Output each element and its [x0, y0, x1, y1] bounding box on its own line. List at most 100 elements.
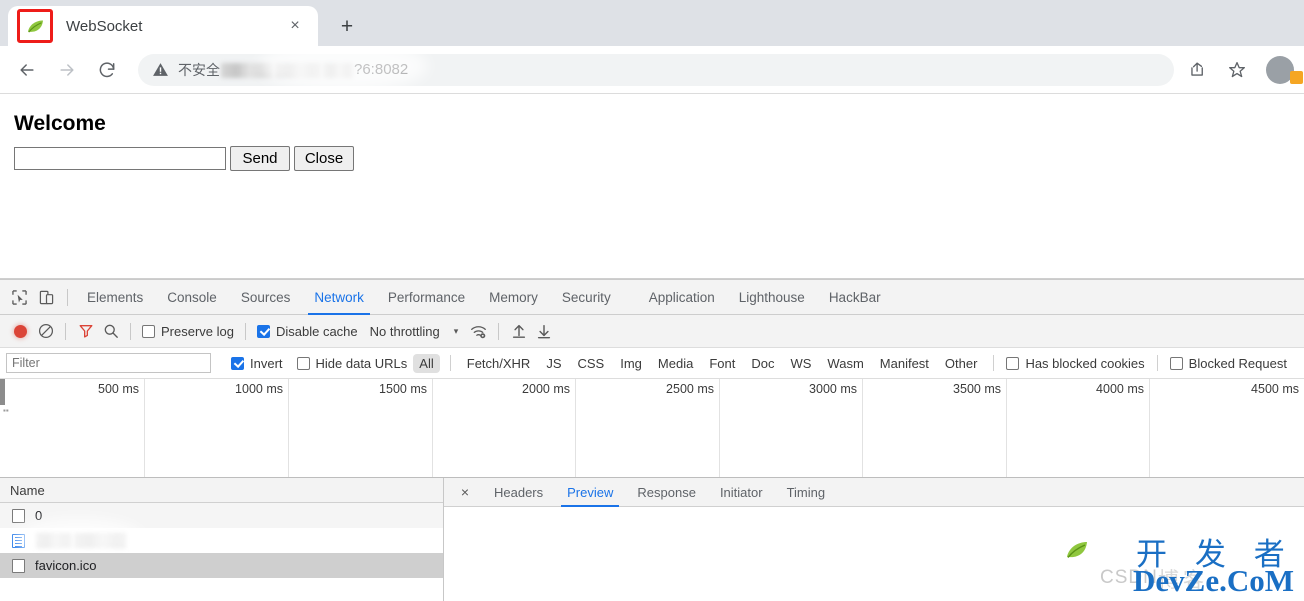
filter-type-doc[interactable]: Doc [745, 354, 780, 373]
timeline-column: 4000 ms [1007, 379, 1150, 477]
timeline-tick-label: 2000 ms [522, 382, 570, 396]
close-button[interactable]: Close [294, 146, 354, 171]
browser-tab[interactable]: WebSocket × [8, 6, 318, 46]
filter-type-other[interactable]: Other [939, 354, 984, 373]
tab-hackbar[interactable]: HackBar [817, 280, 893, 315]
filter-type-fetch-xhr[interactable]: Fetch/XHR [461, 354, 537, 373]
tab-headers[interactable]: Headers [482, 478, 555, 507]
tab-security[interactable]: Security [550, 280, 623, 315]
reload-button[interactable] [90, 53, 124, 87]
network-conditions-button[interactable] [466, 319, 491, 344]
tab-initiator[interactable]: Initiator [708, 478, 775, 507]
back-button[interactable] [10, 53, 44, 87]
tab-performance[interactable]: Performance [376, 280, 477, 315]
filter-type-wasm[interactable]: Wasm [821, 354, 869, 373]
close-icon[interactable]: × [454, 481, 476, 503]
send-button[interactable]: Send [230, 146, 290, 171]
bookmark-button[interactable] [1220, 53, 1254, 87]
filter-type-img[interactable]: Img [614, 354, 648, 373]
tab-lighthouse[interactable]: Lighthouse [727, 280, 817, 315]
redacted-url-part [221, 62, 273, 78]
new-tab-button[interactable]: + [332, 11, 362, 41]
export-har-icon [537, 324, 550, 339]
device-toolbar-button[interactable] [33, 284, 60, 311]
filter-type-css[interactable]: CSS [572, 354, 611, 373]
filter-divider [1156, 355, 1158, 371]
back-arrow-icon [20, 63, 34, 76]
tab-elements[interactable]: Elements [75, 280, 155, 315]
timeline-tick-label: 1500 ms [379, 382, 427, 396]
filter-type-js[interactable]: JS [540, 354, 567, 373]
page-title: Welcome [14, 112, 106, 135]
hide-data-urls-label: Hide data URLs [315, 355, 408, 371]
tab-memory[interactable]: Memory [477, 280, 550, 315]
checkbox-box [231, 356, 244, 370]
chevron-down-icon[interactable]: ▾ [454, 326, 459, 337]
filter-input[interactable] [6, 353, 211, 373]
tab-timing[interactable]: Timing [775, 478, 838, 507]
clear-icon [38, 323, 53, 339]
timeline-tick-label: 2500 ms [666, 382, 714, 396]
export-har-button[interactable] [531, 319, 556, 344]
record-button[interactable] [8, 319, 33, 344]
filter-type-font[interactable]: Font [703, 354, 741, 373]
filter-type-manifest[interactable]: Manifest [874, 354, 935, 373]
redacted-request-name [36, 533, 72, 548]
filter-divider [449, 355, 451, 371]
table-row[interactable]: favicon.ico [0, 553, 443, 578]
disable-cache-checkbox[interactable]: Disable cache [256, 324, 358, 339]
forward-arrow-icon [60, 63, 74, 76]
redacted-request-name [74, 533, 126, 548]
toolbar-divider [130, 322, 131, 340]
browser-window: WebSocket × + 不安全 ?6:8082 Welcome Send C… [0, 0, 1304, 601]
preserve-log-checkbox[interactable]: Preserve log [142, 324, 234, 339]
tab-title: WebSocket [66, 17, 143, 35]
message-input[interactable] [14, 147, 226, 170]
checkbox-box [1006, 356, 1020, 370]
avatar[interactable] [1266, 55, 1303, 84]
detail-body [444, 507, 1304, 601]
table-row[interactable]: 0 [0, 503, 443, 528]
filter-type-all[interactable]: All [413, 353, 440, 373]
preserve-log-label: Preserve log [161, 323, 234, 339]
toolbar-actions [1180, 53, 1303, 87]
request-detail-pane: × Headers Preview Response Initiator Tim… [444, 478, 1304, 601]
throttling-select[interactable]: No throttling [370, 324, 440, 339]
invert-checkbox[interactable]: Invert [231, 356, 283, 371]
request-list-pane: Name 0 favicon.ico [0, 478, 444, 601]
import-har-button[interactable] [506, 319, 531, 344]
star-icon [1229, 61, 1245, 77]
table-row[interactable] [0, 518, 443, 560]
inspect-element-button[interactable] [6, 284, 33, 311]
search-button[interactable] [98, 319, 123, 344]
has-blocked-cookies-checkbox[interactable]: Has blocked cookies [1006, 356, 1145, 371]
devtools-tabbar: Elements Console Sources Network Perform… [0, 280, 1304, 315]
security-status-text: 不安全 [178, 61, 220, 78]
filter-button[interactable] [73, 319, 98, 344]
tab-response[interactable]: Response [625, 478, 708, 507]
file-icon [12, 558, 25, 573]
column-header-name[interactable]: Name [0, 478, 443, 503]
tab-application[interactable]: Application [637, 280, 727, 315]
network-timeline-overview[interactable]: ▪▪ 500 ms 1000 ms 1500 ms 2000 ms 2500 m… [0, 379, 1304, 478]
tab-network[interactable]: Network [302, 280, 376, 315]
page-content: Welcome Send Close [0, 94, 1304, 279]
hide-data-urls-checkbox[interactable]: Hide data URLs [296, 355, 408, 371]
timeline-column: 3000 ms [720, 379, 863, 477]
tab-console[interactable]: Console [155, 280, 229, 315]
redacted-url-part [275, 62, 321, 78]
forward-button[interactable] [50, 53, 84, 87]
filter-type-ws[interactable]: WS [784, 354, 817, 373]
tab-preview[interactable]: Preview [555, 478, 625, 507]
close-icon[interactable]: × [284, 15, 306, 37]
reload-icon [99, 61, 115, 77]
tab-sources[interactable]: Sources [229, 280, 303, 315]
checkbox-box [296, 356, 310, 370]
address-bar[interactable]: 不安全 ?6:8082 [138, 53, 1174, 86]
share-button[interactable] [1180, 53, 1214, 87]
clear-button[interactable] [33, 319, 58, 344]
blocked-requests-checkbox[interactable]: Blocked Request [1169, 356, 1287, 371]
filter-type-media[interactable]: Media [652, 354, 699, 373]
timeline-tick-label: 500 ms [98, 382, 139, 396]
device-toggle-icon [39, 290, 54, 304]
